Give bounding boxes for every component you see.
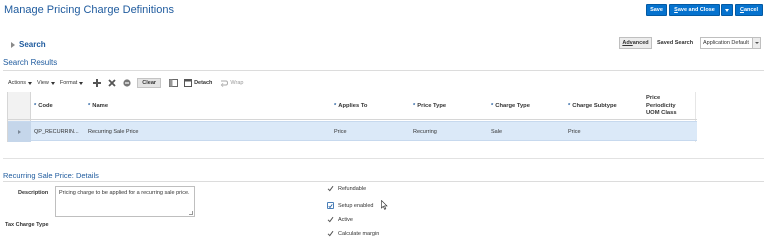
column-header-label: Periodicity	[646, 102, 676, 109]
column-header-applies-to[interactable]: * Applies To	[334, 103, 367, 109]
column-header-label: Code	[38, 103, 53, 109]
freeze-icon[interactable]	[169, 79, 179, 88]
column-header-charge-type[interactable]: * Charge Type	[491, 103, 530, 109]
setup-enabled-checkbox[interactable]: Setup enabled	[327, 202, 373, 209]
checkmark-icon	[327, 230, 334, 237]
expand-triangle-icon	[18, 130, 21, 134]
save-options-dropdown-button[interactable]	[721, 4, 733, 16]
results-table: * Code * Name * Applies To * Price Type * Cha…	[7, 92, 697, 142]
required-asterisk: *	[568, 103, 571, 109]
search-header: Search	[19, 40, 46, 49]
section-divider	[3, 181, 764, 182]
active-label: Active	[338, 216, 353, 223]
checkbox-checked-icon[interactable]	[327, 202, 334, 209]
required-asterisk: *	[491, 103, 494, 109]
detach-icon	[184, 79, 193, 87]
cell-charge-type: Sale	[491, 129, 503, 135]
advanced-search-button[interactable]: Adv anced	[619, 37, 652, 49]
cell-price-type: Recurring	[413, 129, 437, 135]
column-header-label: Price Type	[417, 103, 447, 109]
chevron-down-icon	[79, 81, 84, 85]
column-header-label: Name	[92, 103, 109, 109]
row-expand-toggle[interactable]	[8, 122, 31, 142]
dropdown-arrow[interactable]	[752, 38, 760, 48]
search-panel-toggle[interactable]: Search	[11, 40, 46, 49]
view-menu-label: View	[37, 80, 49, 86]
column-header-price-periodicity-uom-class[interactable]: Price Periodicity UOM Class	[646, 95, 677, 118]
column-header-label: Applies To	[338, 103, 368, 109]
tax-charge-type-label: Tax Charge Type	[5, 222, 49, 228]
column-header-label: UOM Class	[646, 110, 677, 116]
actions-menu-label: Actions	[8, 80, 27, 86]
delete-icon[interactable]	[107, 79, 116, 88]
checkmark-icon	[327, 216, 334, 223]
chevron-down-icon	[725, 8, 729, 12]
cell-applies-to: Price	[334, 129, 347, 135]
required-asterisk: *	[88, 103, 91, 109]
wrap-icon	[221, 80, 229, 87]
active-check: Active	[327, 216, 353, 223]
clear-button[interactable]: Clear	[137, 78, 162, 88]
cell-name: Recurring Sale Price	[88, 129, 139, 135]
cancel-circle-icon[interactable]	[122, 79, 131, 88]
section-divider	[3, 70, 764, 71]
table-row[interactable]: QP_RECURRIN... Recurring Sale Price Pric…	[8, 121, 697, 142]
description-textarea[interactable]: Pricing charge to be applied for a recur…	[55, 186, 195, 217]
saved-search-label: Saved Search	[657, 40, 694, 46]
search-results-header: Search Results	[3, 58, 58, 67]
column-header-label: Charge Type	[495, 103, 530, 109]
expand-triangle-icon	[11, 41, 15, 48]
table-header: * Code * Name * Applies To * Price Type * Cha…	[8, 92, 697, 120]
checkmark-icon	[327, 185, 334, 192]
wrap-button[interactable]: Wrap	[220, 79, 243, 87]
add-row-icon[interactable]	[92, 79, 101, 88]
resize-handle[interactable]	[189, 211, 193, 215]
advanced-accesskey: Adv	[622, 40, 633, 46]
required-asterisk: *	[413, 103, 416, 109]
save-and-close-label: ave and Close	[677, 7, 715, 13]
chevron-down-icon	[754, 42, 759, 44]
column-header-charge-subtype[interactable]: * Charge Subtype	[568, 103, 617, 109]
cell-code: QP_RECURRIN...	[34, 129, 79, 135]
required-asterisk: *	[334, 103, 337, 109]
view-menu[interactable]: View	[37, 80, 55, 86]
cell-charge-subtype: Price	[568, 129, 581, 135]
page-title: Manage Pricing Charge Definitions	[4, 4, 174, 16]
save-and-close-button[interactable]: Save and Close	[669, 4, 720, 16]
saved-search-value: Application Default	[703, 40, 749, 46]
chevron-down-icon	[28, 81, 33, 85]
description-label: Description	[18, 190, 49, 196]
calculate-margin-label: Calculate margin	[338, 230, 380, 237]
cancel-button[interactable]: Cancel	[735, 4, 763, 16]
cancel-label: ancel	[743, 7, 759, 13]
required-asterisk: *	[34, 103, 37, 109]
detach-button[interactable]: Detach	[184, 79, 212, 87]
mouse-cursor-icon	[381, 199, 388, 212]
details-header: Recurring Sale Price: Details	[3, 171, 99, 180]
column-header-code[interactable]: * Code	[34, 103, 53, 109]
column-header-label: Price	[646, 95, 661, 101]
column-header-price-type[interactable]: * Price Type	[413, 103, 446, 109]
format-menu-label: Format	[59, 80, 78, 86]
saved-search-select[interactable]: Application Default	[700, 37, 761, 49]
setup-enabled-label: Setup enabled	[338, 202, 374, 209]
advanced-label: anced	[632, 40, 649, 46]
format-menu[interactable]: Format	[59, 80, 84, 86]
column-header-label: Charge Subtype	[572, 103, 617, 109]
save-button[interactable]: Save	[646, 4, 667, 16]
chevron-down-icon	[50, 81, 55, 85]
description-value: Pricing charge to be applied for a recur…	[59, 190, 190, 196]
section-divider	[3, 158, 764, 159]
actions-menu[interactable]: Actions	[8, 80, 33, 86]
refundable-label: Refundable	[338, 185, 367, 192]
detach-label: Detach	[194, 80, 213, 86]
results-toolbar: Actions View Format Clear Detach Wrap	[8, 78, 243, 88]
calculate-margin-check: Calculate margin	[327, 230, 379, 237]
wrap-label: Wrap	[230, 80, 244, 86]
refundable-check: Refundable	[327, 185, 366, 192]
column-header-name[interactable]: * Name	[88, 103, 108, 109]
